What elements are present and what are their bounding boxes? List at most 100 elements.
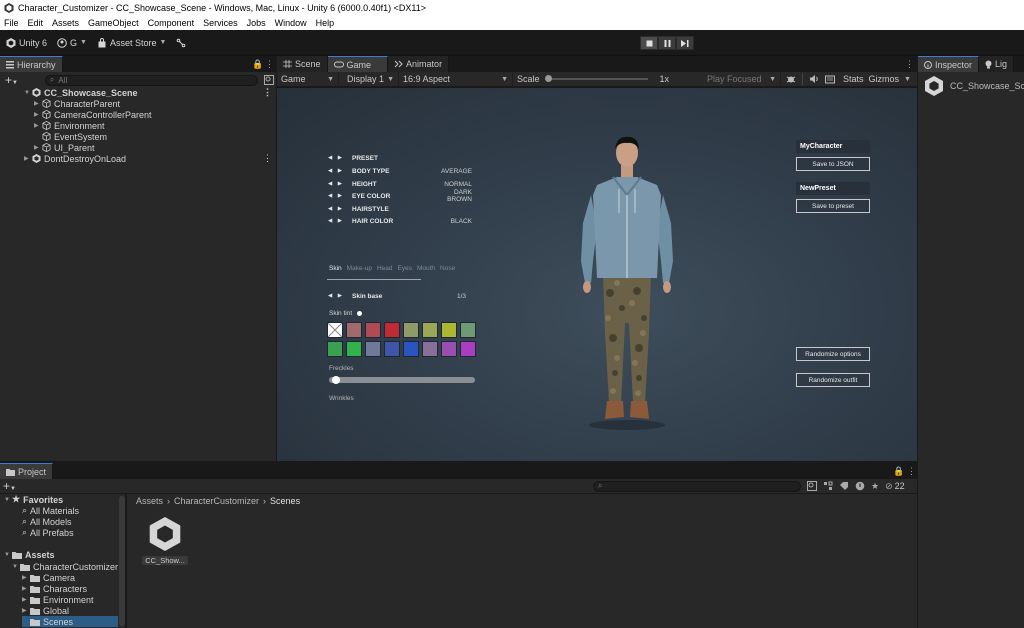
search-by-type-icon[interactable] — [264, 75, 274, 85]
more-options-icon[interactable]: ⋮ — [263, 153, 272, 164]
menu-help[interactable]: Help — [316, 18, 335, 28]
category-tab-nose[interactable]: Nose — [440, 265, 455, 272]
skin-swatch[interactable] — [422, 322, 438, 338]
tab-hierarchy[interactable]: Hierarchy — [0, 56, 63, 72]
skin-swatch[interactable] — [346, 341, 362, 357]
skin-swatch[interactable] — [403, 341, 419, 357]
save-json-button[interactable]: Save to JSON — [796, 157, 870, 171]
category-tab-makeup[interactable]: Make-up — [347, 265, 372, 272]
more-options-icon[interactable]: ⋮ — [263, 87, 272, 98]
option-row-hairstyle[interactable]: ◀ ▶ HAIRSTYLE — [328, 203, 472, 215]
chevron-right-icon[interactable]: ▶ — [34, 100, 42, 107]
project-search-input[interactable]: ⌕ — [593, 480, 801, 492]
chevron-down-icon[interactable]: ▼ — [904, 76, 911, 83]
chevron-down-icon[interactable]: ▼ — [12, 564, 20, 570]
folder-row-selected[interactable]: Scenes — [22, 616, 118, 627]
category-tab-head[interactable]: Head — [377, 265, 393, 272]
folder-row[interactable]: ▶ Camera — [22, 572, 75, 583]
display-dropdown[interactable]: Display 1 ▼ — [343, 71, 399, 87]
stats-button[interactable]: Stats — [843, 74, 864, 84]
add-icon[interactable]: +▼ — [5, 73, 23, 87]
warning-icon[interactable] — [855, 481, 865, 491]
skin-swatch[interactable] — [384, 341, 400, 357]
account-dropdown[interactable]: G ▼ — [57, 38, 87, 48]
more-options-icon[interactable]: ⋮ — [265, 59, 274, 70]
breadcrumb-item[interactable]: CharacterCustomizer — [174, 496, 259, 506]
skin-swatch[interactable] — [403, 322, 419, 338]
tree-item[interactable]: EventSystem — [42, 131, 107, 142]
tree-item[interactable]: ▶ Environment — [34, 120, 105, 131]
skin-swatch[interactable] — [365, 341, 381, 357]
skin-swatch[interactable] — [384, 322, 400, 338]
tab-scene[interactable]: Scene — [277, 56, 328, 72]
bug-icon[interactable] — [786, 74, 796, 84]
eye-slash-icon[interactable]: ⊘ — [885, 481, 893, 492]
hierarchy-search-input[interactable]: ⌕ All — [44, 74, 259, 86]
keyboard-icon[interactable] — [825, 75, 835, 84]
arrow-left-right-icon[interactable]: ◀ ▶ — [328, 181, 352, 187]
scale-slider-thumb[interactable] — [544, 75, 552, 82]
folder-row[interactable]: ▶ Environment — [22, 594, 94, 605]
skin-swatch[interactable] — [365, 322, 381, 338]
randomize-outfit-button[interactable]: Randomize outfit — [796, 373, 870, 387]
tab-animator[interactable]: Animator — [388, 56, 450, 72]
skin-swatch[interactable] — [327, 322, 343, 338]
category-tab-eyes[interactable]: Eyes — [398, 265, 412, 272]
tree-item[interactable]: ▶ CameraControllerParent — [34, 109, 152, 120]
scale-slider[interactable] — [544, 75, 648, 82]
chevron-right-icon[interactable]: ▶ — [24, 155, 32, 162]
more-options-icon[interactable]: ⋮ — [905, 59, 914, 70]
chevron-right-icon[interactable]: ▶ — [22, 607, 30, 614]
chevron-down-icon[interactable]: ▼ — [4, 497, 12, 503]
skin-swatch[interactable] — [460, 322, 476, 338]
chevron-down-icon[interactable]: ▼ — [4, 552, 12, 558]
menu-jobs[interactable]: Jobs — [247, 18, 266, 28]
chevron-right-icon[interactable]: ▶ — [34, 122, 42, 129]
category-tab-skin[interactable]: Skin — [329, 265, 342, 272]
favorite-item[interactable]: ⌕ All Materials — [22, 505, 79, 516]
play-button[interactable] — [640, 36, 658, 50]
asset-thumbnail[interactable]: CC_Show... — [142, 516, 188, 570]
tree-item[interactable]: ▶ CharacterParent — [34, 98, 120, 109]
character-model[interactable] — [577, 133, 677, 433]
freckles-slider[interactable] — [329, 376, 475, 384]
option-row-body-type[interactable]: ◀ ▶ BODY TYPE AVERAGE — [328, 165, 472, 177]
folder-row[interactable]: ▼ CharacterCustomizer — [12, 561, 118, 572]
game-mode-dropdown[interactable]: Game ▼ — [277, 71, 339, 87]
skin-base-row[interactable]: ◀ ▶ Skin base 1/3 — [328, 290, 466, 302]
gizmos-button[interactable]: Gizmos — [869, 74, 900, 84]
arrow-left-right-icon[interactable]: ◀ ▶ — [328, 168, 352, 174]
lock-icon[interactable]: 🔒 — [893, 466, 904, 477]
option-row-hair-color[interactable]: ◀ ▶ HAIR COLOR BLACK — [328, 215, 472, 227]
tab-lighting[interactable]: Lig — [979, 56, 1015, 72]
chevron-right-icon[interactable]: ▶ — [22, 574, 30, 581]
skin-swatch[interactable] — [460, 341, 476, 357]
arrow-left-right-icon[interactable]: ◀ ▶ — [328, 218, 352, 224]
star-icon[interactable]: ★ — [871, 481, 879, 492]
skin-swatch[interactable] — [422, 341, 438, 357]
favorite-item[interactable]: ⌕ All Models — [22, 516, 72, 527]
collab-button[interactable] — [176, 38, 189, 48]
menu-edit[interactable]: Edit — [28, 18, 44, 28]
aspect-dropdown[interactable]: 16:9 Aspect ▼ — [399, 71, 513, 87]
search-by-type-icon[interactable] — [823, 481, 833, 491]
arrow-left-right-icon[interactable]: ◀ ▶ — [328, 155, 352, 161]
more-options-icon[interactable]: ⋮ — [907, 466, 916, 477]
menu-gameobject[interactable]: GameObject — [88, 18, 139, 28]
chevron-right-icon[interactable]: ▶ — [22, 596, 30, 603]
game-view[interactable]: ◀ ▶ PRESET ◀ ▶ BODY TYPE AVERAGE ◀ ▶ HEI… — [277, 88, 917, 461]
category-tab-mouth[interactable]: Mouth — [417, 265, 435, 272]
option-row-preset[interactable]: ◀ ▶ PRESET — [328, 152, 472, 164]
chevron-down-icon[interactable]: ▼ — [24, 90, 32, 96]
folder-row[interactable]: ▶ Global — [22, 605, 69, 616]
freckles-slider-thumb[interactable] — [331, 376, 340, 384]
tree-scene-row[interactable]: ▼ CC_Showcase_Scene ⋮ — [24, 87, 274, 98]
chevron-right-icon[interactable]: ▶ — [34, 144, 42, 151]
unity-account-button[interactable]: Unity 6 — [6, 37, 47, 48]
add-icon[interactable]: +▼ — [3, 479, 33, 493]
folder-row[interactable]: ▶ Characters — [22, 583, 87, 594]
asset-store-button[interactable]: Asset Store ▼ — [97, 38, 166, 48]
tab-project[interactable]: Project — [0, 463, 54, 479]
tab-game[interactable]: Game — [327, 56, 389, 72]
skin-swatch[interactable] — [327, 341, 343, 357]
